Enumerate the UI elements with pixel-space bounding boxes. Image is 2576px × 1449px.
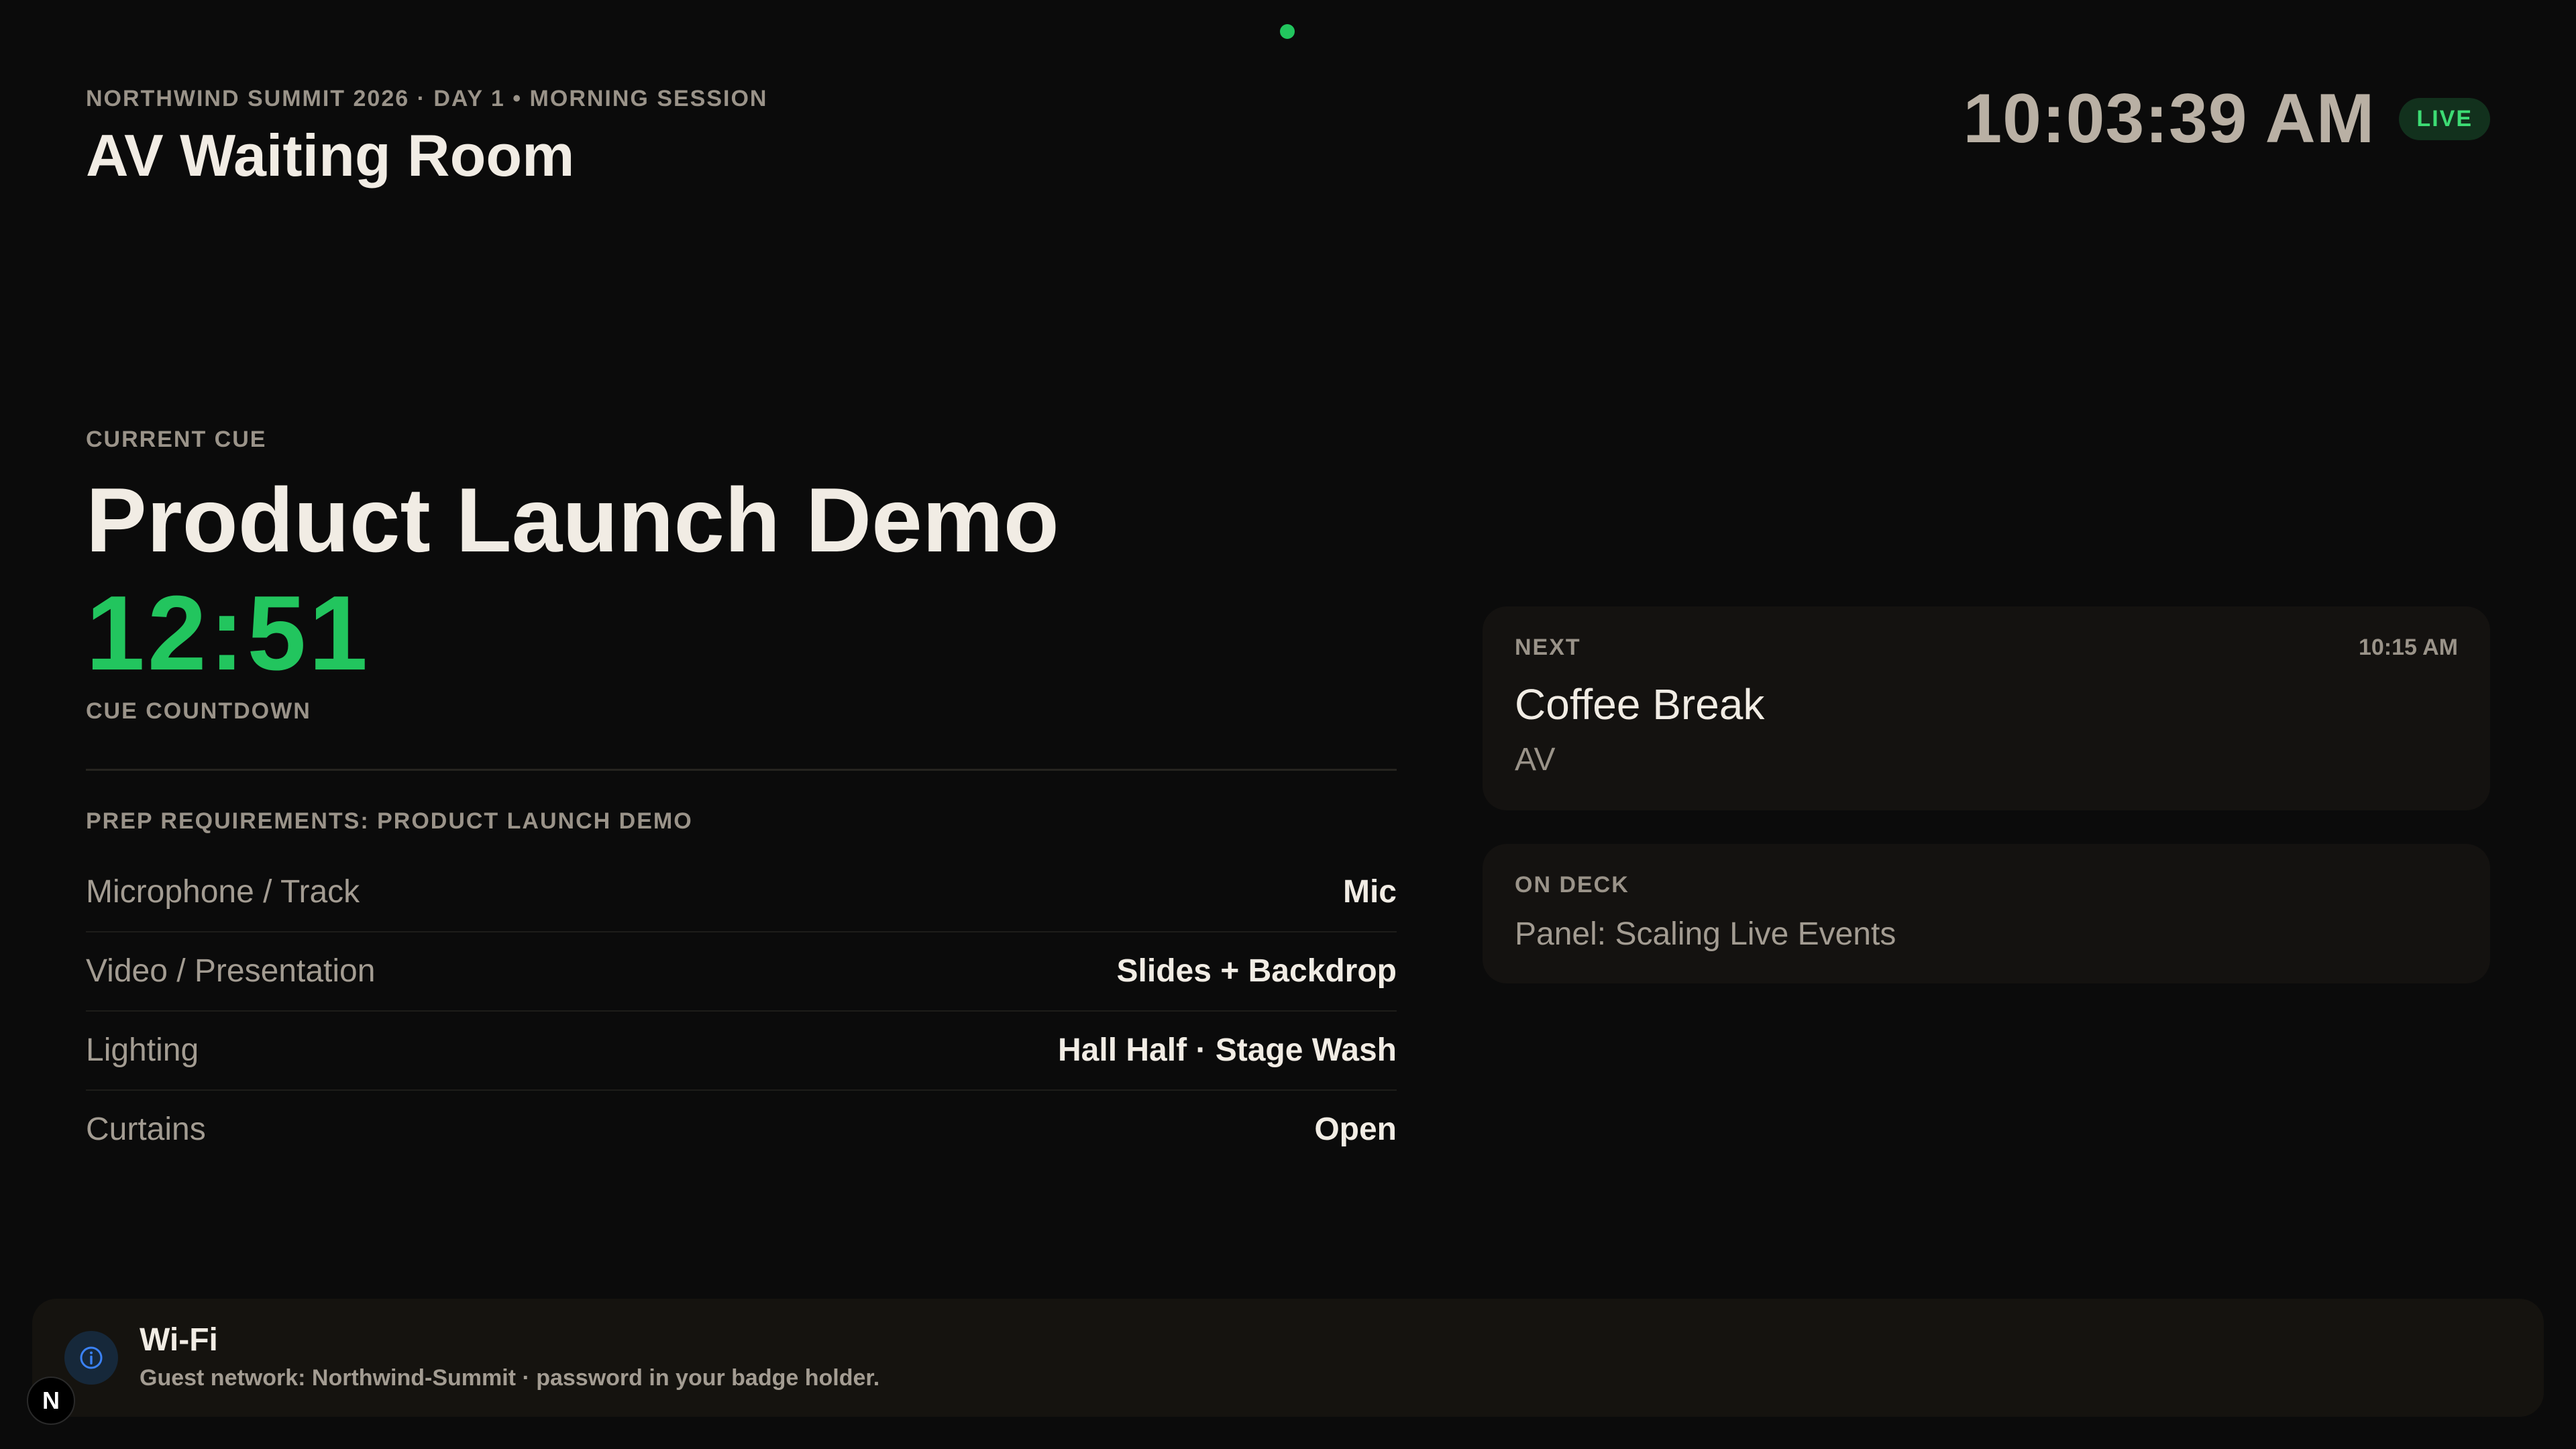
status-dot xyxy=(1280,24,1295,39)
next-label: NEXT xyxy=(1515,635,1581,660)
current-cue-label: CURRENT CUE xyxy=(86,427,267,452)
cue-countdown: 12:51 xyxy=(86,574,371,692)
cue-countdown-label: CUE COUNTDOWN xyxy=(86,698,311,724)
prep-requirements-list: Microphone / Track Mic Video / Presentat… xyxy=(86,853,1397,1169)
prep-label: Video / Presentation xyxy=(86,953,376,989)
wifi-details: Guest network: Northwind-Summit · passwo… xyxy=(140,1365,880,1391)
header: NORTHWIND SUMMIT 2026 · DAY 1 • MORNING … xyxy=(86,86,767,190)
wifi-title: Wi-Fi xyxy=(140,1322,218,1358)
prep-row-video: Video / Presentation Slides + Backdrop xyxy=(86,932,1397,1012)
prep-value: Mic xyxy=(1342,874,1397,910)
prep-value: Slides + Backdrop xyxy=(1116,953,1397,989)
prep-row-lighting: Lighting Hall Half · Stage Wash xyxy=(86,1012,1397,1091)
prep-row-curtains: Curtains Open xyxy=(86,1091,1397,1169)
live-badge: LIVE xyxy=(2399,98,2490,140)
prep-requirements-title: PREP REQUIREMENTS: PRODUCT LAUNCH DEMO xyxy=(86,808,693,834)
corner-n-badge[interactable]: N xyxy=(27,1377,75,1425)
current-cue-panel: CURRENT CUE Product Launch Demo 12:51 CU… xyxy=(86,427,1397,1169)
current-cue-title: Product Launch Demo xyxy=(86,469,1059,571)
divider xyxy=(86,768,1397,771)
next-cue-card: NEXT 10:15 AM Coffee Break AV xyxy=(1483,606,2490,810)
prep-label: Lighting xyxy=(86,1032,199,1069)
wifi-banner: Wi-Fi Guest network: Northwind-Summit · … xyxy=(32,1299,2544,1417)
on-deck-label: ON DECK xyxy=(1515,872,1629,898)
next-time: 10:15 AM xyxy=(2358,635,2458,660)
prep-label: Microphone / Track xyxy=(86,874,360,910)
clock-area: 10:03:39 AM LIVE xyxy=(1963,79,2490,159)
next-subtitle: AV xyxy=(1515,742,1556,777)
prep-value: Hall Half · Stage Wash xyxy=(1058,1032,1397,1069)
on-deck-card: ON DECK Panel: Scaling Live Events xyxy=(1483,844,2490,983)
info-icon xyxy=(64,1331,118,1385)
next-title: Coffee Break xyxy=(1515,680,1765,729)
page-title: AV Waiting Room xyxy=(86,122,575,189)
prep-row-microphone: Microphone / Track Mic xyxy=(86,853,1397,932)
clock: 10:03:39 AM xyxy=(1963,80,2375,158)
on-deck-title: Panel: Scaling Live Events xyxy=(1515,916,1896,952)
prep-label: Curtains xyxy=(86,1112,206,1148)
event-eyebrow: NORTHWIND SUMMIT 2026 · DAY 1 • MORNING … xyxy=(86,86,768,111)
prep-value: Open xyxy=(1314,1112,1397,1148)
